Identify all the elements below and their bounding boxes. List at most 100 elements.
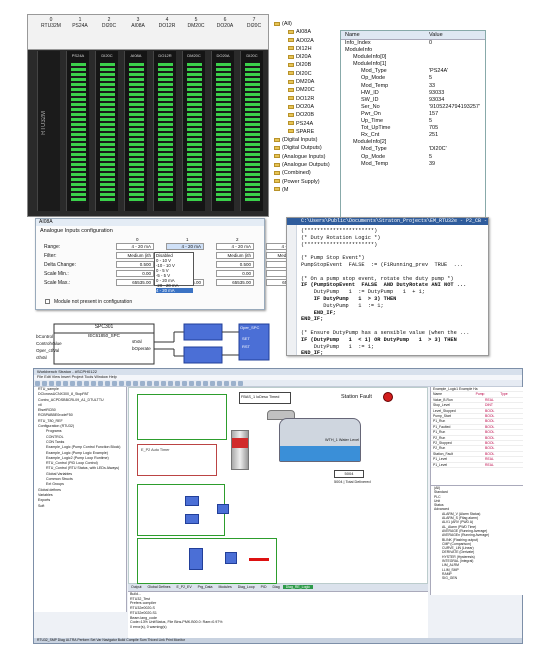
fbd-block-c[interactable] (217, 504, 229, 514)
toolbar-button[interactable] (182, 381, 187, 386)
and-block-2[interactable] (183, 346, 223, 364)
rack-slot-7[interactable]: DI20C (240, 51, 263, 211)
prop-row[interactable]: ModuleInfo (341, 47, 485, 54)
rack-slot-6[interactable]: DO20A (211, 51, 234, 211)
channel-select[interactable]: Medium (ith (116, 252, 154, 259)
tree-group[interactable]: (Digital Outputs) (274, 144, 344, 152)
rack-slot-1[interactable]: PS24A (66, 51, 89, 211)
tree-item[interactable]: DI20A (274, 53, 344, 61)
menu-item[interactable]: Window (94, 375, 109, 379)
prop-row[interactable]: Mod_Temp 39 (341, 161, 485, 168)
canvas-tab[interactable]: E_P2_EV (173, 585, 194, 589)
menu-item[interactable]: Project (72, 375, 85, 379)
menu-item[interactable]: View (52, 375, 61, 379)
menu-item[interactable]: Insert (61, 375, 72, 379)
tree-item[interactable]: PS24A (274, 120, 344, 128)
fbd-block-e[interactable] (225, 552, 237, 564)
channel-input[interactable]: 0.500 (216, 261, 254, 268)
st-code-editor[interactable]: C:\Users\Public\Documents\Straton_Projec… (286, 217, 489, 356)
project-tree-item[interactable]: Soft (36, 504, 126, 509)
prop-row[interactable]: Mod_Type 'DI20C' (341, 146, 485, 153)
toolbar-button[interactable] (133, 381, 138, 386)
prop-row[interactable]: ModuleInfo[0] (341, 54, 485, 61)
toolbar-button[interactable] (161, 381, 166, 386)
channel-select[interactable]: 4 - 20 mA (216, 243, 254, 250)
fbd-block-d[interactable] (189, 548, 203, 570)
channel-input[interactable]: 0.500 (116, 261, 154, 268)
fbd-block-a[interactable] (185, 496, 199, 506)
library-item[interactable]: SIG_GEN (434, 576, 523, 580)
tree-group[interactable]: (Power Supply) (274, 178, 344, 186)
and-block-1[interactable] (183, 323, 223, 341)
menu-item[interactable]: Edit (44, 375, 52, 379)
tree-item[interactable]: SPARE (274, 128, 344, 136)
canvas-tab[interactable]: Diag_Loop (235, 585, 258, 589)
toolbar-button[interactable] (105, 381, 110, 386)
toolbar-button[interactable] (70, 381, 75, 386)
toolbar-button[interactable] (126, 381, 131, 386)
range-dropdown-list[interactable]: Disabled 0 - 10 V -10 - 10 V0 - 5 V -5 - 5 … (154, 252, 194, 293)
prop-row[interactable]: Tot_UpTime 705 (341, 125, 485, 132)
rack-slot-2[interactable]: DI20C (95, 51, 118, 211)
toolbar-button[interactable] (77, 381, 82, 386)
rack-slot-5[interactable]: DM20C (182, 51, 205, 211)
toolbar-button[interactable] (119, 381, 124, 386)
tree-group[interactable]: (Digital Inputs) (274, 136, 344, 144)
toolbar-button[interactable] (175, 381, 180, 386)
tree-item[interactable]: AI08A (274, 28, 344, 36)
channel-select[interactable]: 4 - 20 mA (116, 243, 154, 250)
toolbar-button[interactable] (91, 381, 96, 386)
toolbar-button[interactable] (35, 381, 40, 386)
toolbar-button[interactable] (231, 381, 236, 386)
toolbar-button[interactable] (203, 381, 208, 386)
toolbar-button[interactable] (147, 381, 152, 386)
canvas-tab[interactable]: Diag_RE_Logic (282, 585, 314, 589)
prop-row[interactable]: Op_Mode 5 (341, 154, 485, 161)
rack-slot-4[interactable]: DO12R (153, 51, 176, 211)
project-tree-item[interactable]: RTU_Control (RTU Status, with LEDs Alway… (36, 466, 126, 471)
channel-input[interactable]: 0.00 (116, 270, 154, 277)
toolbar-button[interactable] (210, 381, 215, 386)
toolbar-button[interactable] (42, 381, 47, 386)
toolbar-button[interactable] (98, 381, 103, 386)
toolbar-button[interactable] (56, 381, 61, 386)
toolbar-button[interactable] (189, 381, 194, 386)
prop-row[interactable]: Op_Mode 5 (341, 75, 485, 82)
tree-item[interactable]: DO20B (274, 111, 344, 119)
prop-row[interactable]: Up_Time 5 (341, 118, 485, 125)
channel-input[interactable]: 0.00 (216, 270, 254, 277)
tree-group[interactable]: (M (274, 186, 344, 194)
prop-row[interactable]: Rx_Cnt 251 (341, 132, 485, 139)
tree-item[interactable]: DO20A (274, 103, 344, 111)
toolbar-button[interactable] (224, 381, 229, 386)
toolbar-button[interactable] (63, 381, 68, 386)
canvas-tab[interactable]: Modules (215, 585, 234, 589)
tree-item[interactable]: AO02A (274, 37, 344, 45)
toolbar-button[interactable] (49, 381, 54, 386)
tree-item[interactable]: DI12H (274, 45, 344, 53)
prop-row[interactable]: Mod_Type 'PS24A' (341, 68, 485, 75)
rack-slot-0[interactable]: RTU32M (37, 51, 60, 211)
rack-slot-3[interactable]: AI08A (124, 51, 147, 211)
tree-item[interactable]: DM20C (274, 86, 344, 94)
channel-input[interactable]: 65535.00 (216, 279, 254, 286)
toolbar-button[interactable] (84, 381, 89, 386)
menu-item[interactable]: Help (109, 375, 117, 379)
toolbar-button[interactable] (140, 381, 145, 386)
fbd-canvas[interactable]: E_P2 Auto Timer FBAS_1 loDeso Timed Stat… (128, 387, 428, 584)
project-tree-item[interactable]: Example_Logic (Pump Control Function Blo… (36, 445, 126, 450)
variable-row[interactable]: P1_Level REAL (431, 463, 523, 469)
tree-item[interactable]: DI20C (274, 70, 344, 78)
prop-row[interactable]: Mod_Temp 33 (341, 83, 485, 90)
toolbar-button[interactable] (196, 381, 201, 386)
prop-row[interactable]: Pwr_On 157 (341, 111, 485, 118)
toolbar-button[interactable] (217, 381, 222, 386)
canvas-tab[interactable]: Diag (269, 585, 282, 589)
channel-select[interactable]: Medium (ith (216, 252, 254, 259)
toolbar-button[interactable] (112, 381, 117, 386)
prop-row[interactable]: Ser_No '9105224794193257' (341, 104, 485, 111)
menu-item[interactable]: Tools (84, 375, 94, 379)
tree-item[interactable]: DI20B (274, 61, 344, 69)
prop-row[interactable]: ModuleInfo[2] (341, 139, 485, 146)
prop-row[interactable]: Info_Index 0 (341, 40, 485, 47)
